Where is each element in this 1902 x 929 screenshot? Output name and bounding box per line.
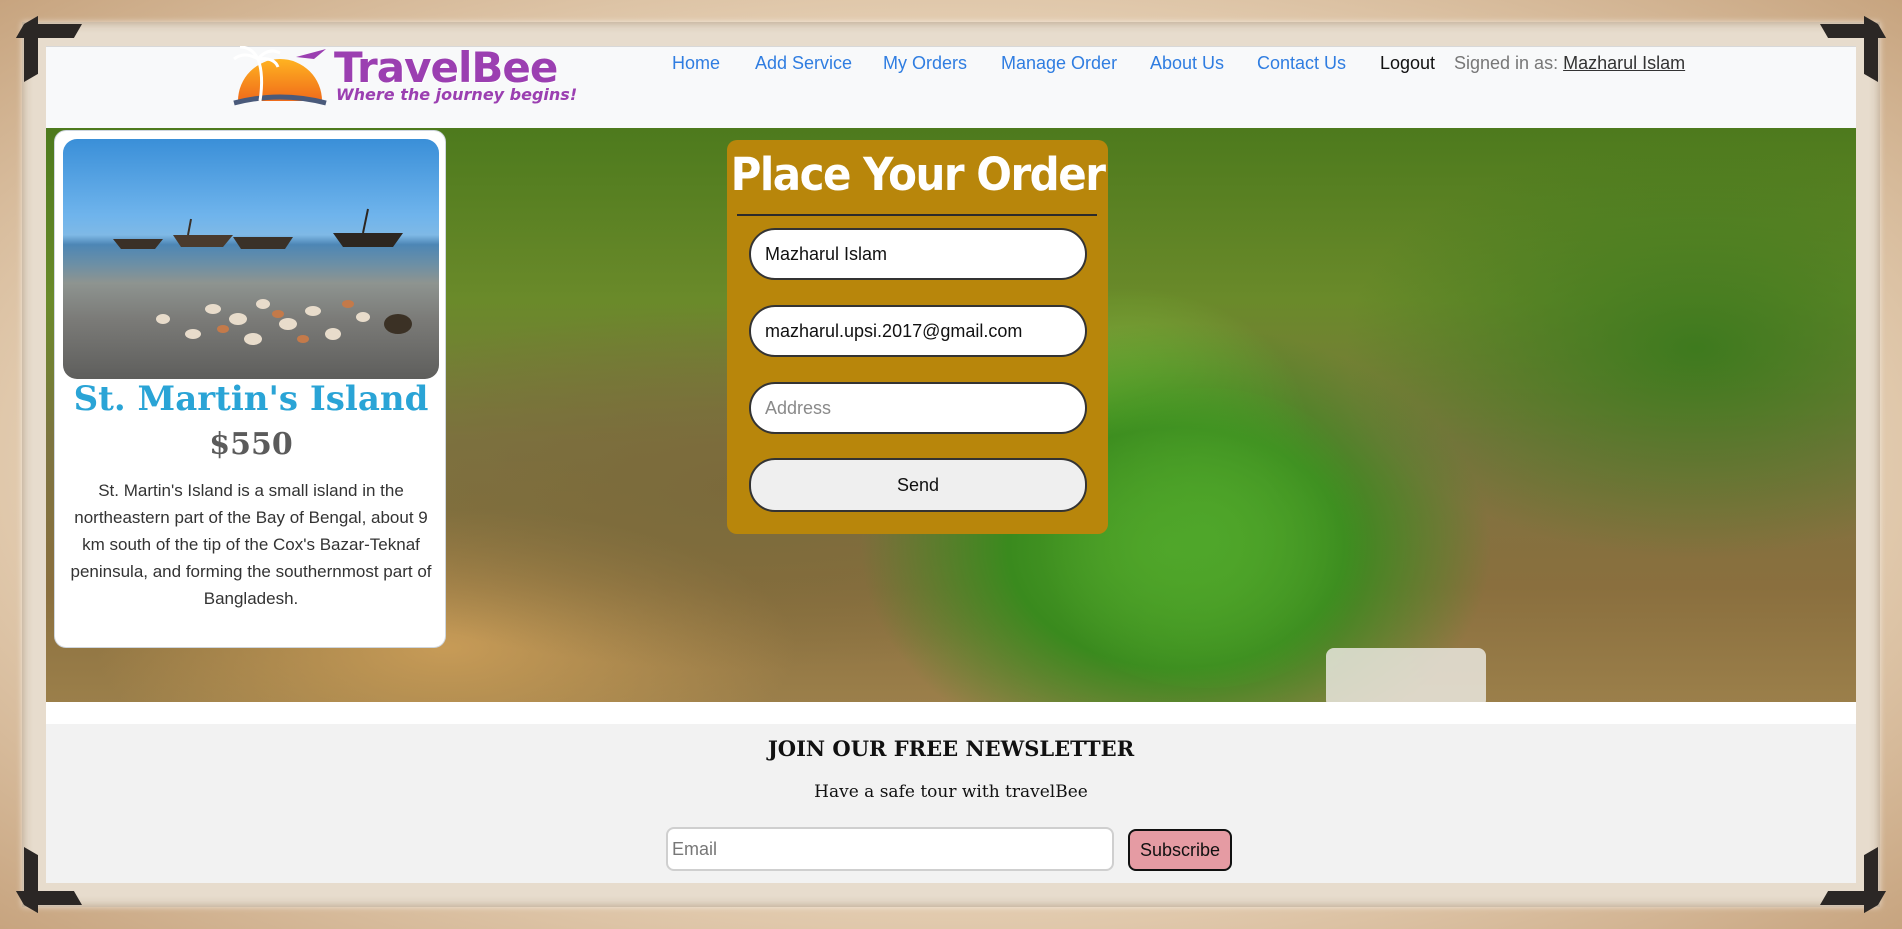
service-card: St. Martin's Island $550 St. Martin's Is… [54, 130, 446, 648]
navbar: TravelBee Where the journey begins! Home… [46, 46, 1856, 129]
pot-base [1326, 648, 1486, 702]
frame-corner-bottom-left [24, 847, 82, 905]
order-divider [737, 214, 1097, 216]
order-form-title: Place Your Order [730, 148, 1106, 201]
beach-boats-image [113, 208, 412, 345]
nav-link-my-orders[interactable]: My Orders [883, 53, 967, 74]
nav-link-about-us[interactable]: About Us [1150, 53, 1224, 74]
name-field[interactable] [749, 228, 1087, 280]
frame-corner-bottom-right [1820, 847, 1878, 905]
signed-in-status: Signed in as: Mazharul Islam [1454, 53, 1685, 74]
service-title: St. Martin's Island [73, 379, 429, 419]
newsletter-email-input[interactable] [666, 827, 1114, 871]
service-description: St. Martin's Island is a small island in… [70, 481, 432, 608]
frame-corner-top-left [24, 24, 82, 82]
order-form: Place Your Order Send [727, 140, 1108, 534]
address-field[interactable] [749, 382, 1087, 434]
nav-link-contact-us[interactable]: Contact Us [1257, 53, 1346, 74]
frame-corner-top-right [1820, 24, 1878, 82]
nav-link-home[interactable]: Home [672, 53, 720, 74]
brand-logo[interactable]: TravelBee Where the journey begins! [230, 46, 580, 109]
email-field[interactable] [749, 305, 1087, 357]
nav-link-add-service[interactable]: Add Service [755, 53, 852, 74]
hero-background: St. Martin's Island $550 St. Martin's Is… [46, 128, 1856, 702]
brand-tagline: Where the journey begins! [336, 85, 578, 104]
newsletter-section: JOIN OUR FREE NEWSLETTER Have a safe tou… [46, 724, 1856, 883]
palm-sun-logo-icon [233, 46, 327, 106]
newsletter-subtitle: Have a safe tour with travelBee [814, 782, 1088, 802]
send-button[interactable]: Send [749, 458, 1087, 512]
logout-button[interactable]: Logout [1380, 53, 1435, 74]
subscribe-button[interactable]: Subscribe [1128, 829, 1232, 871]
service-image [63, 139, 439, 379]
nav-link-manage-order[interactable]: Manage Order [1001, 53, 1117, 74]
service-price: $550 [209, 427, 293, 462]
signed-in-label: Signed in as: [1454, 53, 1559, 73]
browser-page: TravelBee Where the journey begins! Home… [46, 46, 1856, 883]
signed-in-user-link[interactable]: Mazharul Islam [1563, 53, 1685, 73]
newsletter-title: JOIN OUR FREE NEWSLETTER [767, 736, 1135, 761]
